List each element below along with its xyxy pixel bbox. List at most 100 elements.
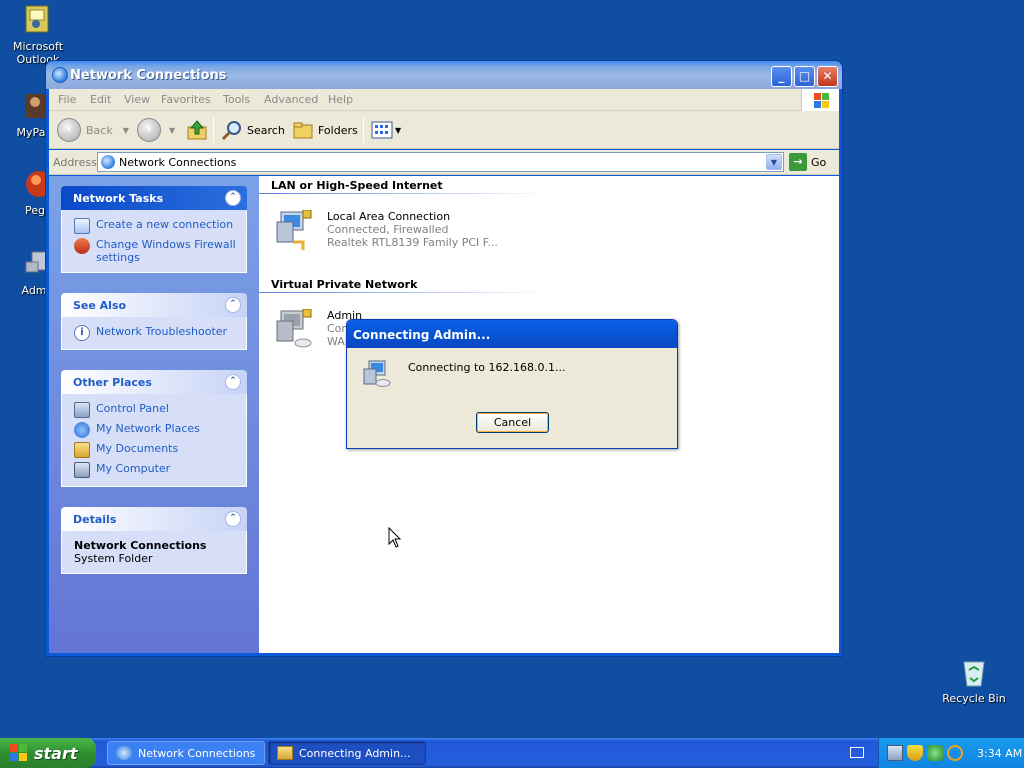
panel-header[interactable]: Details ⌃ [61, 507, 247, 531]
network-globe-icon [101, 155, 115, 169]
address-dropdown-button[interactable]: ▼ [766, 154, 782, 170]
group-header-lan: LAN or High-Speed Internet [271, 179, 443, 192]
dialog-titlebar[interactable]: Connecting Admin... [347, 320, 677, 348]
network-globe-icon [116, 746, 132, 760]
link-label: My Documents [96, 442, 179, 455]
forward-button[interactable]: › ▼ [137, 118, 175, 142]
maximize-button[interactable]: □ [794, 66, 815, 87]
close-button[interactable]: ✕ [817, 66, 838, 87]
panel-body: Create a new connection Change Windows F… [61, 210, 247, 273]
task-label: Network Connections [138, 746, 256, 760]
window-titlebar[interactable]: Network Connections _ □ ✕ [46, 61, 842, 89]
chevron-down-icon: ▼ [122, 125, 129, 135]
computer-icon [74, 462, 90, 478]
change-firewall-link[interactable]: Change Windows Firewall settings [74, 238, 236, 264]
collapse-chevron-icon[interactable]: ⌃ [225, 297, 241, 313]
clock: 3:34 AM [977, 746, 1023, 760]
recycle-bin-icon [958, 656, 990, 688]
security-shield-icon[interactable] [907, 745, 923, 761]
collapse-chevron-icon[interactable]: ⌃ [225, 190, 241, 206]
panel-title: Details [73, 513, 117, 526]
toolbar-separator [363, 117, 364, 143]
link-label: Change Windows Firewall settings [96, 238, 236, 264]
chevron-down-icon: ▼ [395, 125, 402, 135]
menu-tools[interactable]: Tools [223, 93, 250, 106]
panel-header[interactable]: Other Places ⌃ [61, 370, 247, 394]
back-button[interactable]: ‹ Back ▼ [57, 118, 129, 142]
go-arrow-icon: → [789, 153, 807, 171]
address-bar: Address Network Connections ▼ → Go [49, 150, 839, 175]
other-places-panel: Other Places ⌃ Control Panel My Network … [61, 370, 247, 487]
keyboard-icon[interactable] [850, 747, 864, 758]
window-title: Network Connections [70, 68, 227, 83]
minimize-button[interactable]: _ [771, 66, 792, 87]
connection-name: Local Area Connection [327, 210, 451, 223]
desktop-icon-recycle-bin[interactable]: Recycle Bin [937, 656, 1011, 705]
address-field[interactable]: Network Connections ▼ [97, 152, 784, 172]
search-button[interactable]: Search [221, 118, 285, 142]
desktop-icon-label: Recycle Bin [942, 692, 1006, 705]
dialog-title: Connecting Admin... [353, 328, 491, 342]
outlook-icon [22, 4, 54, 36]
system-tray: 3:34 AM [878, 738, 1024, 768]
folders-icon [293, 122, 313, 139]
my-documents-link[interactable]: My Documents [74, 442, 236, 458]
up-button[interactable] [186, 118, 208, 142]
menu-file[interactable]: File [58, 93, 76, 106]
network-places-icon [74, 422, 90, 438]
lan-connection-icon [276, 210, 312, 250]
details-type: System Folder [74, 552, 153, 565]
panel-title: Other Places [73, 376, 152, 389]
windows-logo-icon [801, 89, 839, 111]
network-status-icon[interactable] [887, 745, 903, 761]
taskbar-item-network-connections[interactable]: Network Connections [107, 741, 265, 765]
connection-tray-icon[interactable] [927, 745, 943, 761]
folders-label: Folders [318, 123, 358, 137]
link-label: Create a new connection [96, 218, 234, 231]
connection-status: Connected, Firewalled [327, 223, 449, 236]
dialup-connection-icon [363, 360, 391, 387]
menu-edit[interactable]: Edit [90, 93, 111, 106]
link-label: My Computer [96, 462, 171, 475]
forward-arrow-icon: › [137, 118, 161, 142]
documents-folder-icon [74, 442, 90, 458]
panel-body: i Network Troubleshooter [61, 317, 247, 350]
connecting-dialog: Connecting Admin... Connecting to 162.16… [346, 319, 678, 449]
start-button[interactable]: start [0, 738, 96, 768]
group-header-vpn: Virtual Private Network [271, 278, 418, 291]
link-label: My Network Places [96, 422, 200, 435]
desktop-icon-outlook[interactable]: Microsoft Outlook [1, 4, 75, 66]
panel-header[interactable]: Network Tasks ⌃ [61, 186, 247, 210]
taskbar: start Network Connections Connecting Adm… [0, 738, 1024, 768]
cancel-button[interactable]: Cancel [476, 412, 549, 433]
control-panel-icon [74, 402, 90, 418]
search-icon[interactable] [947, 745, 963, 761]
network-troubleshooter-link[interactable]: i Network Troubleshooter [74, 325, 236, 341]
my-computer-link[interactable]: My Computer [74, 462, 236, 478]
folders-button[interactable]: Folders [292, 118, 358, 142]
go-button[interactable]: → Go [789, 153, 826, 171]
menu-view[interactable]: View [124, 93, 150, 106]
start-label: start [34, 743, 78, 763]
menu-help[interactable]: Help [328, 93, 353, 106]
toolbar: ‹ Back ▼ › ▼ Search Folders ▼ [49, 111, 839, 149]
task-label: Connecting Admin... [299, 746, 411, 760]
details-panel: Details ⌃ Network Connections System Fol… [61, 507, 247, 574]
see-also-panel: See Also ⌃ i Network Troubleshooter [61, 293, 247, 350]
link-label: Network Troubleshooter [96, 325, 228, 338]
chevron-down-icon: ▼ [169, 125, 176, 135]
panel-body: Control Panel My Network Places My Docum… [61, 394, 247, 487]
menu-advanced[interactable]: Advanced [264, 93, 318, 106]
panel-header[interactable]: See Also ⌃ [61, 293, 247, 317]
menu-bar: File Edit View Favorites Tools Advanced … [49, 89, 839, 111]
address-label: Address [53, 156, 97, 169]
views-button[interactable]: ▼ [371, 118, 401, 142]
taskbar-item-connecting-admin[interactable]: Connecting Admin... [268, 741, 426, 765]
toolbar-separator [213, 117, 214, 143]
my-network-places-link[interactable]: My Network Places [74, 422, 236, 438]
collapse-chevron-icon[interactable]: ⌃ [225, 511, 241, 527]
collapse-chevron-icon[interactable]: ⌃ [225, 374, 241, 390]
menu-favorites[interactable]: Favorites [161, 93, 211, 106]
create-connection-link[interactable]: Create a new connection [74, 218, 236, 234]
control-panel-link[interactable]: Control Panel [74, 402, 236, 418]
